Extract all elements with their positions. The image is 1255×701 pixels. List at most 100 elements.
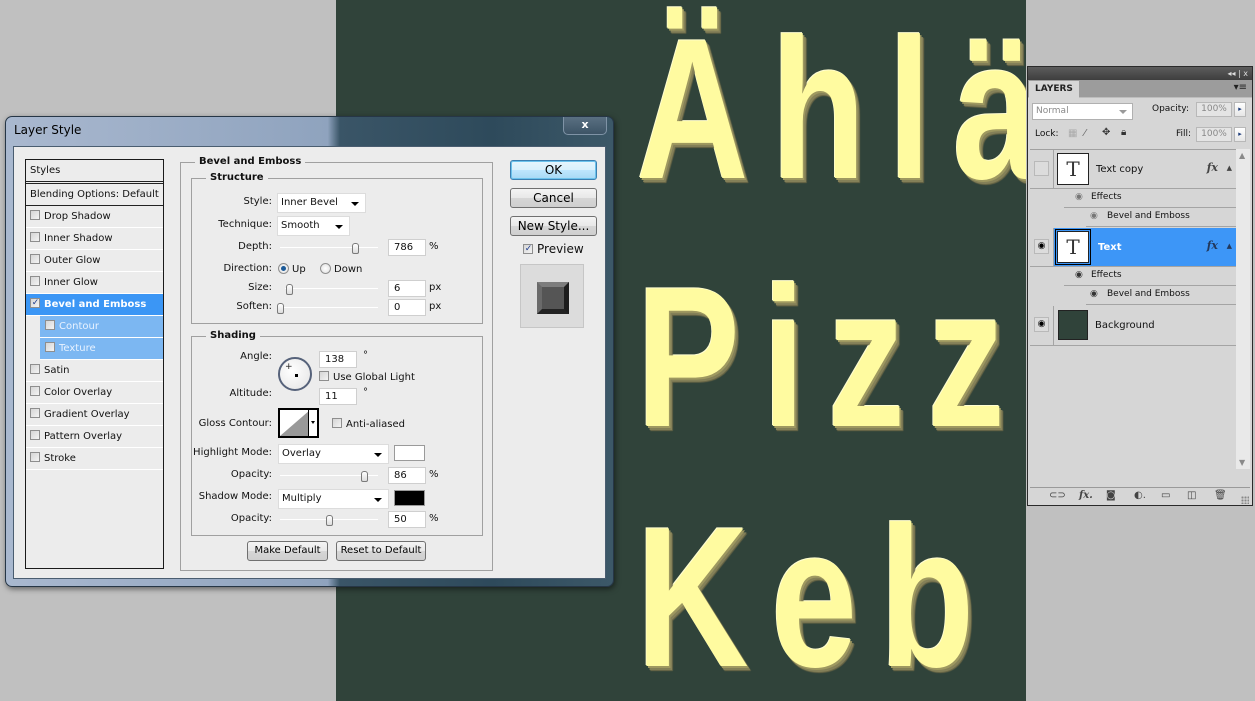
altitude-input[interactable]: 11 xyxy=(319,388,357,405)
angle-input[interactable]: 138 xyxy=(319,351,357,368)
resize-grip[interactable] xyxy=(1241,496,1249,504)
link-layers-icon[interactable]: ⊂⊃ xyxy=(1049,490,1066,501)
trash-icon[interactable]: 🗑︎ xyxy=(1214,490,1227,501)
adjustment-layer-icon[interactable]: ◐. xyxy=(1134,490,1146,501)
layer-row-text[interactable]: ◉ T Text fx ▲ xyxy=(1030,228,1236,267)
eye-icon[interactable]: ◉ xyxy=(1034,239,1049,254)
ok-button[interactable]: OK xyxy=(510,160,597,180)
eye-icon[interactable]: ◉ xyxy=(1075,192,1083,202)
eye-icon[interactable]: ◉ xyxy=(1075,270,1083,280)
layer-name[interactable]: Background xyxy=(1095,320,1155,331)
scroll-down-icon[interactable]: ▼ xyxy=(1239,458,1245,467)
slider-thumb[interactable] xyxy=(326,515,333,526)
reset-to-default-button[interactable]: Reset to Default xyxy=(336,541,426,561)
close-icon[interactable]: x xyxy=(1243,69,1248,78)
style-item-stroke[interactable]: Stroke xyxy=(26,448,163,470)
depth-input[interactable]: 786 xyxy=(388,239,426,256)
direction-up-radio[interactable]: Up xyxy=(278,263,306,275)
layer-row-background[interactable]: ◉ Background xyxy=(1030,306,1236,346)
style-item-texture[interactable]: Texture xyxy=(40,338,163,360)
checkbox-checked-icon[interactable] xyxy=(30,298,40,308)
technique-select[interactable]: Smooth xyxy=(277,216,350,236)
highlight-opacity-slider[interactable] xyxy=(280,471,378,482)
effects-row[interactable]: ◉ Effects xyxy=(1064,189,1236,208)
fx-icon[interactable]: fx xyxy=(1207,239,1218,252)
style-item-inner-glow[interactable]: Inner Glow xyxy=(26,272,163,294)
close-button[interactable]: x xyxy=(563,117,607,135)
highlight-mode-select[interactable]: Overlay xyxy=(278,444,389,464)
shadow-color-swatch[interactable] xyxy=(394,490,425,506)
fx-icon[interactable]: fx. xyxy=(1079,490,1093,501)
style-select[interactable]: Inner Bevel xyxy=(277,193,366,213)
layer-row-text-copy[interactable]: T Text copy fx ▲ xyxy=(1030,150,1236,189)
checkbox-icon[interactable] xyxy=(30,364,40,374)
shadow-opacity-input[interactable]: 50 xyxy=(388,511,426,528)
visibility-toggle-off[interactable] xyxy=(1034,161,1049,176)
layer-name[interactable]: Text copy xyxy=(1096,164,1143,175)
layers-scrollbar[interactable]: ▲ ▼ xyxy=(1236,149,1250,469)
eye-icon[interactable]: ◉ xyxy=(1090,289,1098,299)
lock-transparency-icon[interactable]: ▦ xyxy=(1068,128,1077,140)
chevron-down-icon[interactable] xyxy=(308,410,317,436)
gloss-contour-picker[interactable] xyxy=(278,408,319,438)
style-item-color-overlay[interactable]: Color Overlay xyxy=(26,382,163,404)
panel-menu-icon[interactable]: ▾≡ xyxy=(1234,82,1247,94)
scroll-up-icon[interactable]: ▲ xyxy=(1239,151,1245,160)
make-default-button[interactable]: Make Default xyxy=(247,541,328,561)
checkbox-icon[interactable] xyxy=(30,430,40,440)
slider-thumb[interactable] xyxy=(285,284,293,295)
checkbox-icon[interactable] xyxy=(30,254,40,264)
direction-down-radio[interactable]: Down xyxy=(320,263,362,275)
effect-bevel-row[interactable]: ◉ Bevel and Emboss xyxy=(1086,208,1236,227)
depth-slider[interactable] xyxy=(280,243,378,254)
lock-pixels-brush-icon[interactable]: ⁄ xyxy=(1084,128,1086,140)
checkbox-icon[interactable] xyxy=(30,276,40,286)
checkbox-icon[interactable] xyxy=(30,408,40,418)
fx-icon[interactable]: fx xyxy=(1207,161,1218,174)
new-layer-icon[interactable]: ◫ xyxy=(1187,490,1196,501)
checkbox-icon[interactable] xyxy=(30,232,40,242)
style-item-contour[interactable]: Contour xyxy=(40,316,163,338)
soften-slider[interactable] xyxy=(277,303,378,314)
dialog-titlebar[interactable]: Layer Style x xyxy=(6,117,613,143)
style-item-satin[interactable]: Satin xyxy=(26,360,163,382)
checkbox-icon[interactable] xyxy=(30,452,40,462)
layer-name[interactable]: Text xyxy=(1098,242,1122,253)
shadow-mode-select[interactable]: Multiply xyxy=(278,489,389,509)
eye-icon[interactable]: ◉ xyxy=(1034,317,1049,332)
blending-options-item[interactable]: Blending Options: Default xyxy=(26,184,163,206)
opacity-stepper[interactable]: ▸ xyxy=(1234,102,1246,117)
style-item-drop-shadow[interactable]: Drop Shadow xyxy=(26,206,163,228)
checkbox-icon[interactable] xyxy=(30,386,40,396)
collapse-close-controls[interactable]: ◂◂ | x xyxy=(1227,67,1248,80)
lock-all-padlock-icon[interactable]: 🔒︎ xyxy=(1121,127,1126,139)
style-item-inner-shadow[interactable]: Inner Shadow xyxy=(26,228,163,250)
highlight-color-swatch[interactable] xyxy=(394,445,425,461)
eye-icon[interactable]: ◉ xyxy=(1090,211,1098,221)
panel-titlebar[interactable]: ◂◂ | x xyxy=(1028,67,1252,80)
use-global-light-checkbox[interactable]: Use Global Light xyxy=(319,371,415,383)
size-input[interactable]: 6 xyxy=(388,280,426,297)
new-group-icon[interactable]: ▭ xyxy=(1161,490,1170,501)
style-item-gradient-overlay[interactable]: Gradient Overlay xyxy=(26,404,163,426)
styles-header[interactable]: Styles xyxy=(26,160,163,184)
blend-mode-select[interactable]: Normal xyxy=(1032,103,1133,120)
style-item-bevel-and-emboss[interactable]: Bevel and Emboss xyxy=(26,294,163,316)
new-style-button[interactable]: New Style... xyxy=(510,216,597,236)
fill-input[interactable]: 100% xyxy=(1196,127,1232,142)
add-mask-icon[interactable]: ◙ xyxy=(1106,490,1116,501)
expand-effects-icon[interactable]: ▲ xyxy=(1227,242,1232,250)
angle-dial[interactable]: + xyxy=(278,357,312,391)
style-item-outer-glow[interactable]: Outer Glow xyxy=(26,250,163,272)
slider-thumb[interactable] xyxy=(361,471,369,482)
checkbox-icon[interactable] xyxy=(30,210,40,220)
highlight-opacity-input[interactable]: 86 xyxy=(388,467,426,484)
soften-input[interactable]: 0 xyxy=(388,299,426,316)
slider-thumb[interactable] xyxy=(352,243,360,254)
fill-stepper[interactable]: ▸ xyxy=(1234,127,1246,142)
effects-row[interactable]: ◉ Effects xyxy=(1064,267,1236,286)
shadow-opacity-slider[interactable] xyxy=(280,515,378,526)
cancel-button[interactable]: Cancel xyxy=(510,188,597,208)
slider-thumb[interactable] xyxy=(277,303,284,314)
style-item-pattern-overlay[interactable]: Pattern Overlay xyxy=(26,426,163,448)
